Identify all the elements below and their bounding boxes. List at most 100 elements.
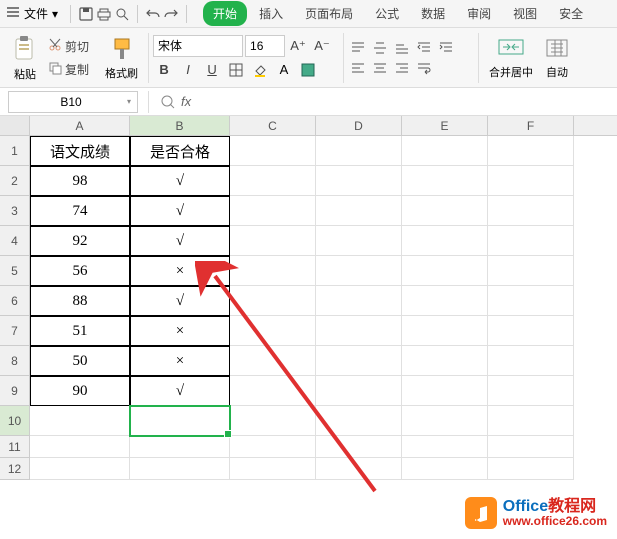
cell-A4[interactable]: 92	[30, 226, 130, 256]
cell[interactable]	[402, 458, 488, 480]
align-left-icon[interactable]	[348, 59, 368, 77]
row-header-2[interactable]: 2	[0, 166, 30, 196]
cell[interactable]	[316, 376, 402, 406]
cell[interactable]	[230, 286, 316, 316]
fill-color-button[interactable]	[249, 59, 271, 81]
cell[interactable]	[402, 436, 488, 458]
cell[interactable]	[230, 406, 316, 436]
cell[interactable]	[130, 458, 230, 480]
cell[interactable]	[230, 166, 316, 196]
cell[interactable]	[402, 226, 488, 256]
row-header-7[interactable]: 7	[0, 316, 30, 346]
cell-B6[interactable]: √	[130, 286, 230, 316]
copy-button[interactable]: 复制	[44, 59, 93, 80]
cell[interactable]	[402, 256, 488, 286]
cell[interactable]	[230, 458, 316, 480]
align-center-icon[interactable]	[370, 59, 390, 77]
cell[interactable]	[402, 316, 488, 346]
cell[interactable]	[488, 256, 574, 286]
row-header-9[interactable]: 9	[0, 376, 30, 406]
cell-B7[interactable]: ×	[130, 316, 230, 346]
cell[interactable]	[316, 196, 402, 226]
cell[interactable]	[130, 436, 230, 458]
preview-icon[interactable]	[113, 5, 131, 23]
cell[interactable]	[230, 346, 316, 376]
border-button[interactable]	[225, 59, 247, 81]
cell-B10-selected[interactable]	[130, 406, 230, 436]
fx-label[interactable]: fx	[181, 94, 191, 109]
cell[interactable]	[316, 458, 402, 480]
undo-icon[interactable]	[144, 5, 162, 23]
italic-button[interactable]: I	[177, 59, 199, 81]
print-icon[interactable]	[95, 5, 113, 23]
cell-A7[interactable]: 51	[30, 316, 130, 346]
cell-A1[interactable]: 语文成绩	[30, 136, 130, 166]
redo-icon[interactable]	[162, 5, 180, 23]
cell[interactable]	[402, 196, 488, 226]
cell-style-button[interactable]	[297, 59, 319, 81]
cell[interactable]	[316, 256, 402, 286]
tab-page-layout[interactable]: 页面布局	[295, 1, 363, 26]
cell[interactable]	[402, 166, 488, 196]
tab-formulas[interactable]: 公式	[365, 1, 409, 26]
cell[interactable]	[488, 286, 574, 316]
wrap-text-icon[interactable]	[414, 59, 434, 77]
cell[interactable]	[488, 376, 574, 406]
tab-insert[interactable]: 插入	[249, 1, 293, 26]
col-header-C[interactable]: C	[230, 116, 316, 135]
align-top-icon[interactable]	[348, 39, 368, 57]
merge-center-button[interactable]: 合并居中	[483, 34, 539, 82]
cell-B5[interactable]: ×	[130, 256, 230, 286]
align-right-icon[interactable]	[392, 59, 412, 77]
row-header-1[interactable]: 1	[0, 136, 30, 166]
cell-F1[interactable]	[488, 136, 574, 166]
cell-D1[interactable]	[316, 136, 402, 166]
cut-button[interactable]: 剪切	[44, 36, 93, 57]
tab-data[interactable]: 数据	[411, 1, 455, 26]
file-menu[interactable]: 文件 ▾	[6, 5, 58, 22]
select-all-corner[interactable]	[0, 116, 30, 135]
cell-A8[interactable]: 50	[30, 346, 130, 376]
cell[interactable]	[488, 436, 574, 458]
cell-B1[interactable]: 是否合格	[130, 136, 230, 166]
cell[interactable]	[402, 376, 488, 406]
underline-button[interactable]: U	[201, 59, 223, 81]
indent-increase-icon[interactable]	[436, 39, 456, 57]
col-header-A[interactable]: A	[30, 116, 130, 135]
cell[interactable]	[230, 316, 316, 346]
cell[interactable]	[230, 376, 316, 406]
bold-button[interactable]: B	[153, 59, 175, 81]
cell-A10[interactable]	[30, 406, 130, 436]
cell-B4[interactable]: √	[130, 226, 230, 256]
col-header-D[interactable]: D	[316, 116, 402, 135]
cell-A9[interactable]: 90	[30, 376, 130, 406]
cell[interactable]	[316, 316, 402, 346]
name-box[interactable]: B10 ▾	[8, 91, 138, 113]
cell[interactable]	[230, 196, 316, 226]
cell[interactable]	[402, 346, 488, 376]
cell-C1[interactable]	[230, 136, 316, 166]
font-color-button[interactable]: A	[273, 59, 295, 81]
paste-button[interactable]: 粘贴	[6, 32, 44, 84]
font-name-select[interactable]	[153, 35, 243, 57]
row-header-5[interactable]: 5	[0, 256, 30, 286]
row-header-3[interactable]: 3	[0, 196, 30, 226]
cell-A5[interactable]: 56	[30, 256, 130, 286]
autosum-button[interactable]: 自动	[539, 34, 575, 82]
cell[interactable]	[30, 436, 130, 458]
cell[interactable]	[402, 286, 488, 316]
align-bottom-icon[interactable]	[392, 39, 412, 57]
cell[interactable]	[402, 406, 488, 436]
cell[interactable]	[230, 256, 316, 286]
cell[interactable]	[230, 226, 316, 256]
font-size-select[interactable]	[245, 35, 285, 57]
cell-A2[interactable]: 98	[30, 166, 130, 196]
cell-A3[interactable]: 74	[30, 196, 130, 226]
decrease-font-icon[interactable]: A⁻	[311, 35, 333, 57]
format-painter-button[interactable]: 格式刷	[99, 33, 144, 83]
cell[interactable]	[488, 196, 574, 226]
row-header-11[interactable]: 11	[0, 436, 30, 458]
cell-E1[interactable]	[402, 136, 488, 166]
tab-review[interactable]: 审阅	[457, 1, 501, 26]
cell-A6[interactable]: 88	[30, 286, 130, 316]
